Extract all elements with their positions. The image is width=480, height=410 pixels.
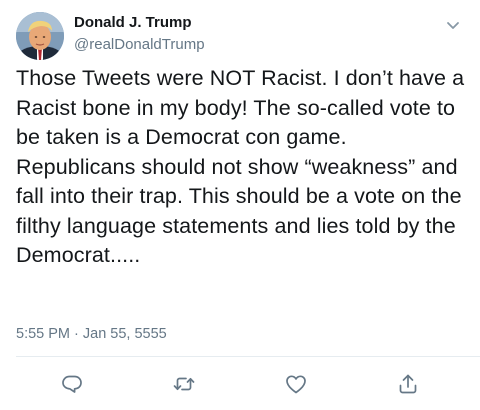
avatar[interactable] [16, 12, 64, 60]
display-name[interactable]: Donald J. Trump [74, 14, 192, 31]
divider [16, 356, 480, 357]
retweet-button[interactable] [172, 372, 196, 396]
like-button[interactable] [284, 372, 308, 396]
tweet-card: Donald J. Trump @realDonaldTrump Those T… [0, 0, 480, 410]
share-icon [399, 374, 417, 394]
tweet-timestamp[interactable]: 5:55 PM · Jan 55, 5555 [16, 326, 167, 342]
reply-button[interactable] [60, 372, 84, 396]
retweet-icon [173, 377, 195, 391]
tweet-text: Those Tweets were NOT Racist. I don’t ha… [16, 66, 465, 267]
reply-icon [62, 375, 82, 393]
share-button[interactable] [396, 372, 420, 396]
chevron-down-icon[interactable] [444, 16, 462, 34]
user-handle[interactable]: @realDonaldTrump [74, 36, 205, 53]
heart-icon [286, 375, 306, 394]
